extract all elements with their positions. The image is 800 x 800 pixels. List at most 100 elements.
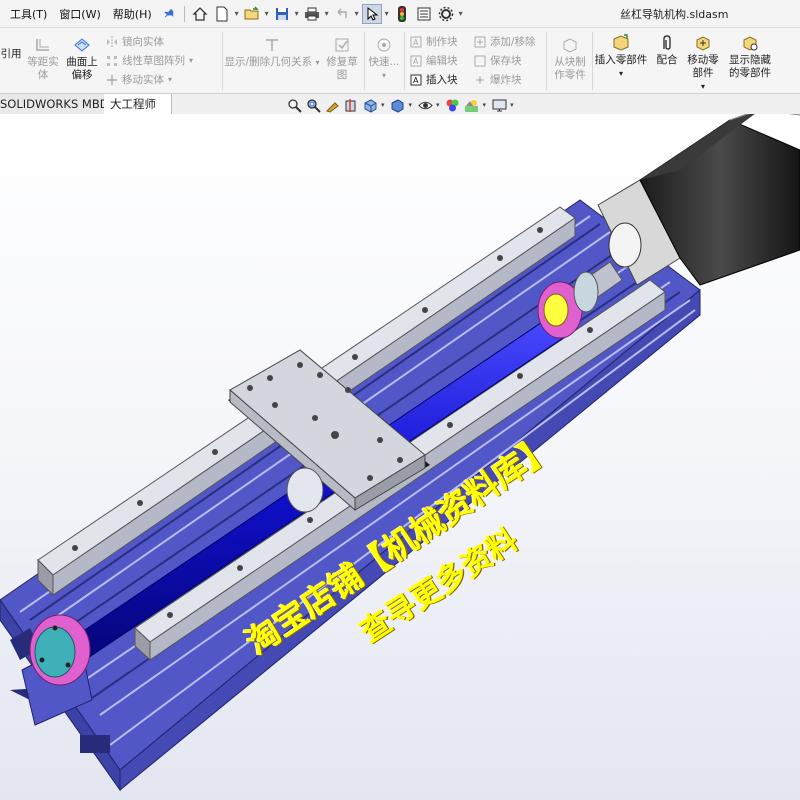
svg-text:A: A xyxy=(413,57,419,66)
select-arrow-icon[interactable] xyxy=(361,3,382,24)
add-remove-button[interactable]: 添加/移除 xyxy=(474,34,536,49)
edit-block-button[interactable]: A 编辑块 xyxy=(410,53,458,68)
repair-sketch-button[interactable]: 修复草图 xyxy=(322,36,362,82)
chevron-down-icon[interactable]: ▾ xyxy=(510,101,514,109)
stepper-motor[interactable] xyxy=(597,114,800,286)
heads-up-toolbar: ▾ ▾ ▾ ▾ ▾ xyxy=(286,96,516,114)
save-block-icon xyxy=(474,55,486,66)
chevron-down-icon[interactable]: ▾ xyxy=(263,7,271,21)
tab-solidworks-mbd[interactable]: SOLIDWORKS MBD xyxy=(0,94,116,114)
chevron-down-icon[interactable]: ▾ xyxy=(315,58,319,67)
ref-entities-button[interactable]: 引用 xyxy=(0,48,22,61)
repair-sketch-icon xyxy=(335,38,349,52)
tab-engineer[interactable]: 大工程师 xyxy=(104,94,172,114)
linear-pattern-icon xyxy=(107,55,117,66)
show-hidden-icon xyxy=(743,36,758,51)
make-block-button[interactable]: A 制作块 xyxy=(410,34,458,49)
show-hidden-label: 显示隐藏的零部件 xyxy=(729,54,771,79)
options-gear-icon[interactable] xyxy=(436,4,456,24)
display-delete-relations-button[interactable]: 显示/删除几何关系 ▾ xyxy=(224,36,320,69)
move-component-label: 移动零部件 xyxy=(687,54,719,79)
graphics-viewport[interactable]: 淘宝店铺【机械资料库】 查寻更多资料 xyxy=(0,114,800,800)
move-component-icon xyxy=(696,36,710,51)
move-entities-label: 移动实体 xyxy=(122,74,164,86)
window-title: 丝杠导轨机构.sldasm xyxy=(620,8,729,21)
previous-view-icon[interactable] xyxy=(324,97,340,113)
mirror-icon xyxy=(107,35,117,48)
chevron-down-icon[interactable]: ▾ xyxy=(233,7,241,21)
new-document-icon[interactable] xyxy=(212,4,232,24)
add-remove-label: 添加/移除 xyxy=(490,36,536,48)
title-bar: 工具(T) 窗口(W) 帮助(H) ▾ ▾ ▾ ▾ ▾ ▾ ▾ 丝杠导轨机构.s… xyxy=(0,0,800,28)
insert-component-label: 插入零部件 xyxy=(594,54,648,66)
save-block-button[interactable]: 保存块 xyxy=(474,53,522,68)
move-component-button[interactable]: 移动零部件 ▾ xyxy=(684,34,722,93)
insert-component-icon xyxy=(613,34,629,51)
zoom-to-fit-icon[interactable] xyxy=(286,97,302,113)
undo-icon[interactable] xyxy=(332,4,352,24)
menu-help[interactable]: 帮助(H) xyxy=(107,6,158,22)
insert-block-button[interactable]: A 插入块 xyxy=(410,72,458,87)
ribbon-divider xyxy=(222,32,223,90)
ref-entities-label: 引用 xyxy=(0,48,22,60)
offset-on-surface-label: 曲面上偏移 xyxy=(66,56,98,81)
svg-text:A: A xyxy=(413,38,419,47)
open-folder-icon[interactable] xyxy=(242,4,262,24)
chevron-down-icon[interactable]: ▾ xyxy=(353,7,361,21)
save-icon[interactable] xyxy=(272,4,292,24)
chevron-down-icon[interactable]: ▾ xyxy=(293,7,301,21)
chevron-down-icon[interactable]: ▾ xyxy=(189,56,193,65)
display-style-icon[interactable] xyxy=(390,97,406,113)
ribbon-divider xyxy=(364,32,365,90)
show-hidden-components-button[interactable]: 显示隐藏的零部件 xyxy=(724,34,776,80)
mate-paperclip-icon xyxy=(663,35,671,50)
view-orientation-icon[interactable] xyxy=(362,97,378,113)
hide-show-icon[interactable] xyxy=(417,97,433,113)
part-from-block-icon xyxy=(563,38,577,53)
offset-entities-icon xyxy=(36,39,49,51)
repair-sketch-label: 修复草图 xyxy=(326,56,358,81)
print-icon[interactable] xyxy=(302,4,322,24)
part-from-block-button[interactable]: 从块制作零件 xyxy=(550,36,590,82)
mate-button[interactable]: 配合 xyxy=(652,34,682,67)
chevron-down-icon[interactable]: ▾ xyxy=(409,101,413,109)
edit-block-icon: A xyxy=(410,55,422,66)
linear-pattern-button[interactable]: 线性草图阵列 ▾ xyxy=(106,53,193,68)
chevron-down-icon[interactable]: ▾ xyxy=(381,101,385,109)
mate-label: 配合 xyxy=(656,54,678,66)
linear-pattern-label: 线性草图阵列 xyxy=(122,55,185,67)
offset-on-surface-button[interactable]: 曲面上偏移 xyxy=(62,36,102,82)
chevron-down-icon[interactable]: ▾ xyxy=(436,101,440,109)
edit-block-label: 编辑块 xyxy=(426,55,458,67)
home-icon[interactable] xyxy=(190,4,210,24)
file-properties-icon[interactable] xyxy=(414,4,434,24)
chevron-down-icon[interactable]: ▾ xyxy=(457,7,465,21)
explode-block-label: 爆炸块 xyxy=(490,74,522,86)
ball-screw-linear-module-model[interactable] xyxy=(0,114,800,800)
chevron-down-icon[interactable]: ▾ xyxy=(366,69,402,82)
ribbon-divider xyxy=(546,32,547,90)
zoom-area-icon[interactable] xyxy=(305,97,321,113)
apply-scene-icon[interactable] xyxy=(464,97,480,113)
explode-block-button[interactable]: 爆炸块 xyxy=(474,72,522,87)
chevron-down-icon[interactable]: ▾ xyxy=(383,7,391,21)
offset-entities-button[interactable]: 等距实体 xyxy=(26,36,60,82)
pin-icon[interactable] xyxy=(159,4,179,24)
chevron-down-icon[interactable]: ▾ xyxy=(168,75,172,84)
chevron-down-icon[interactable]: ▾ xyxy=(592,67,650,80)
chevron-down-icon[interactable]: ▾ xyxy=(684,80,722,93)
view-settings-icon[interactable] xyxy=(491,97,507,113)
chevron-down-icon[interactable]: ▾ xyxy=(483,101,487,109)
edit-appearance-icon[interactable] xyxy=(445,97,461,113)
traffic-light-icon[interactable] xyxy=(392,4,412,24)
mirror-entities-button[interactable]: 镜向实体 xyxy=(106,34,164,49)
menu-tools[interactable]: 工具(T) xyxy=(4,6,53,22)
explode-block-icon xyxy=(475,74,485,85)
chevron-down-icon[interactable]: ▾ xyxy=(323,7,331,21)
quick-snaps-button[interactable]: 快速... ▾ xyxy=(366,36,402,82)
section-view-icon[interactable] xyxy=(343,97,359,113)
relations-icon xyxy=(266,39,278,51)
move-entities-button[interactable]: 移动实体 ▾ xyxy=(106,72,172,87)
insert-component-button[interactable]: 插入零部件 ▾ xyxy=(592,34,650,80)
menu-window[interactable]: 窗口(W) xyxy=(53,6,106,22)
